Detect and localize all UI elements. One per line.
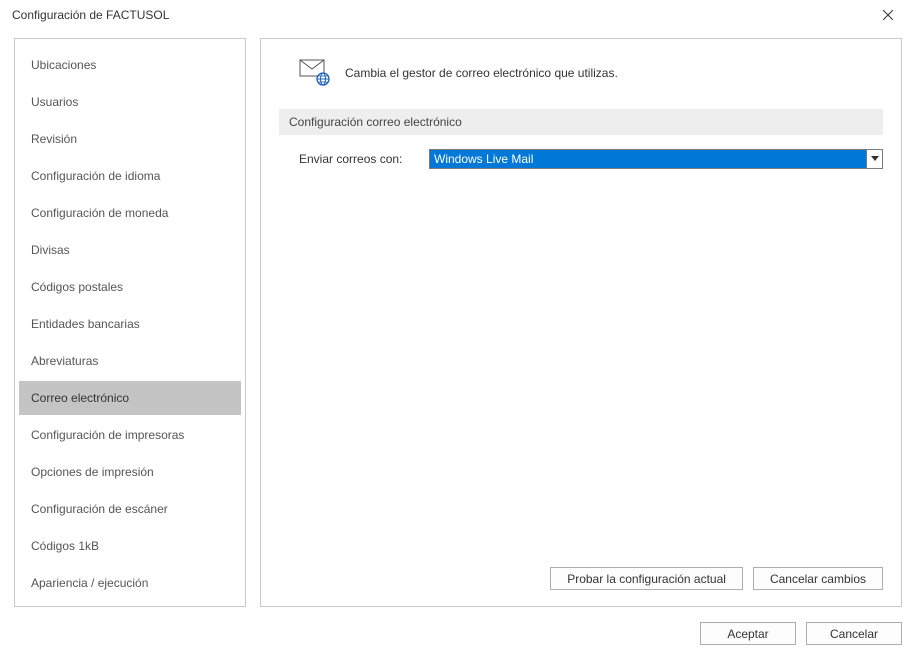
test-config-button[interactable]: Probar la configuración actual (550, 567, 743, 590)
sidebar-item[interactable]: Ubicaciones (19, 48, 241, 82)
sidebar-item[interactable]: Opciones de impresión (19, 455, 241, 489)
cancel-button[interactable]: Cancelar (806, 622, 902, 645)
mail-globe-icon (299, 59, 331, 87)
titlebar: Configuración de FACTUSOL (0, 0, 916, 30)
sidebar-item[interactable]: Correo electrónico (19, 381, 241, 415)
sidebar-item[interactable]: Usuarios (19, 85, 241, 119)
sidebar: UbicacionesUsuariosRevisiónConfiguración… (14, 38, 246, 607)
accept-button[interactable]: Aceptar (700, 622, 796, 645)
send-with-value: Windows Live Mail (430, 150, 866, 168)
dialog-button-row: Aceptar Cancelar (700, 622, 902, 645)
send-with-combo[interactable]: Windows Live Mail (429, 149, 883, 169)
sidebar-item[interactable]: Configuración de idioma (19, 159, 241, 193)
spacer (279, 169, 883, 567)
sidebar-item[interactable]: Configuración de impresoras (19, 418, 241, 452)
section-title: Configuración correo electrónico (279, 109, 883, 135)
panel-button-row: Probar la configuración actual Cancelar … (279, 567, 883, 590)
sidebar-item[interactable]: Configuración de moneda (19, 196, 241, 230)
panel-description: Cambia el gestor de correo electrónico q… (345, 66, 618, 80)
main-panel: Cambia el gestor de correo electrónico q… (260, 38, 902, 607)
sidebar-item[interactable]: Códigos 1kB (19, 529, 241, 563)
panel-header: Cambia el gestor de correo electrónico q… (299, 59, 883, 87)
window-title: Configuración de FACTUSOL (12, 8, 868, 22)
sidebar-item[interactable]: Códigos postales (19, 270, 241, 304)
close-button[interactable] (868, 1, 908, 29)
combo-arrow-button[interactable] (866, 150, 882, 168)
close-icon (883, 10, 893, 20)
cancel-changes-button[interactable]: Cancelar cambios (753, 567, 883, 590)
send-with-row: Enviar correos con: Windows Live Mail (299, 149, 883, 169)
sidebar-item[interactable]: Entidades bancarias (19, 307, 241, 341)
content-area: UbicacionesUsuariosRevisiónConfiguración… (14, 38, 902, 607)
sidebar-item[interactable]: Divisas (19, 233, 241, 267)
sidebar-item[interactable]: Revisión (19, 122, 241, 156)
sidebar-item[interactable]: Apariencia / ejecución (19, 566, 241, 600)
chevron-down-icon (871, 156, 879, 162)
send-with-label: Enviar correos con: (299, 152, 419, 166)
sidebar-item[interactable]: Configuración de escáner (19, 492, 241, 526)
sidebar-item[interactable]: Abreviaturas (19, 344, 241, 378)
